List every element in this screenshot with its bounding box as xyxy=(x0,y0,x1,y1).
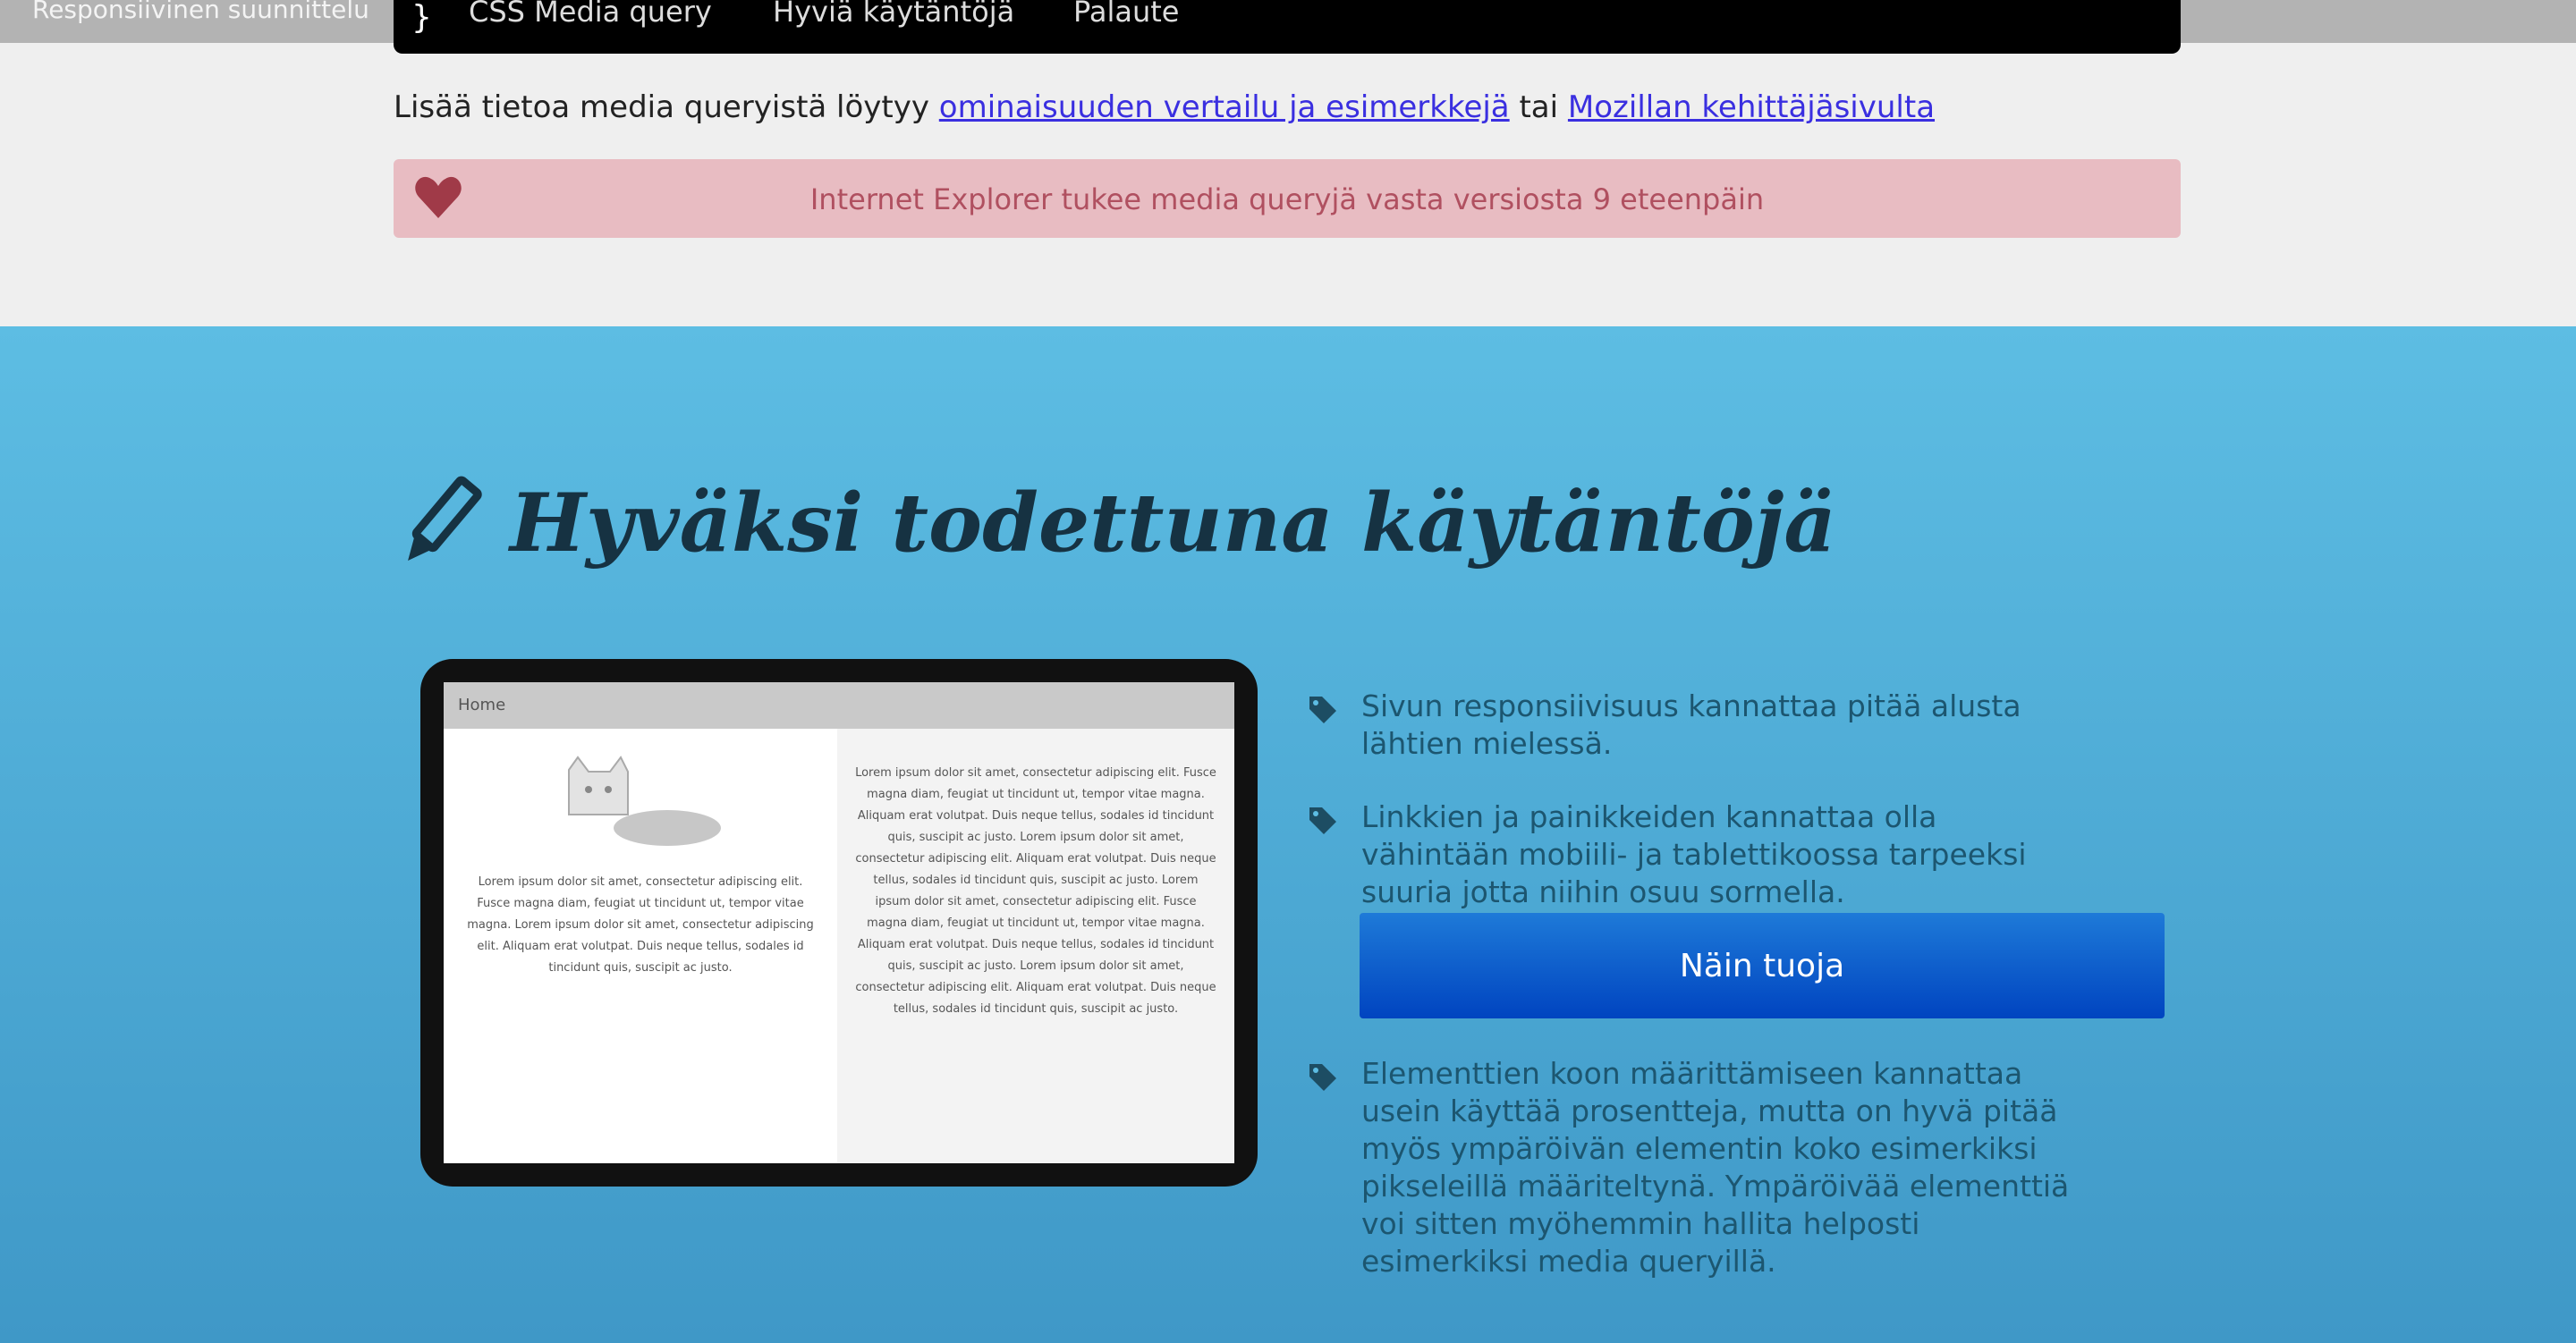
tip-item: Sivun responsiivisuus kannattaa pitää al… xyxy=(1306,688,2075,763)
cat-illustration xyxy=(568,756,721,846)
tablet-illustration: Home Lorem ipsum dolor sit amet, consect… xyxy=(420,659,1258,1187)
tip-item: Linkkien ja painikkeiden kannattaa olla … xyxy=(1306,798,2075,911)
tablet-screen-header: Home xyxy=(444,682,1234,729)
pencil-icon xyxy=(408,476,482,562)
tablet-right-column: Lorem ipsum dolor sit amet, consectetur … xyxy=(837,729,1234,1163)
tip-text: Sivun responsiivisuus kannattaa pitää al… xyxy=(1361,688,2021,761)
more-info-middle: tai xyxy=(1519,89,1559,125)
tablet-screen: Home Lorem ipsum dolor sit amet, consect… xyxy=(444,682,1234,1163)
tip-item: Elementtien koon määrittämiseen kannatta… xyxy=(1306,1055,2075,1280)
nav-item-good-practices[interactable]: Hyviä käytäntöjä xyxy=(773,0,1014,26)
lorem-text-left: Lorem ipsum dolor sit amet, consectetur … xyxy=(467,875,814,975)
tag-icon xyxy=(1309,697,1336,723)
nav-item-feedback[interactable]: Palaute xyxy=(1073,0,1179,26)
show-example-button[interactable]: Näin tuoja xyxy=(1360,913,2165,1018)
tip-text: Linkkien ja painikkeiden kannattaa olla … xyxy=(1361,799,2027,909)
tablet-left-column: Lorem ipsum dolor sit amet, consectetur … xyxy=(444,729,837,1163)
nav-brace: } xyxy=(411,0,432,36)
comparison-link[interactable]: ominaisuuden vertailu ja esimerkkejä xyxy=(939,89,1510,125)
main-nav: } CSS Media query Hyviä käytäntöjä Palau… xyxy=(394,0,2181,54)
ie-support-notice: Internet Explorer tukee media queryjä va… xyxy=(394,159,2181,238)
tip-text: Elementtien koon määrittämiseen kannatta… xyxy=(1361,1056,2070,1279)
tag-icon xyxy=(1309,807,1336,834)
mozilla-link[interactable]: Mozillan kehittäjäsivulta xyxy=(1568,89,1935,125)
good-practices-section: Hyväksi todettuna käytäntöjä Home Lorem … xyxy=(0,326,2576,1343)
more-info-prefix: Lisää tietoa media queryistä löytyy xyxy=(394,89,929,125)
nav-item-css-media-query[interactable]: CSS Media query xyxy=(469,0,712,26)
ie-notice-text: Internet Explorer tukee media queryjä va… xyxy=(809,182,1765,216)
section-title: Hyväksi todettuna käytäntöjä xyxy=(510,476,1836,570)
site-title[interactable]: Responsiivinen suunnittelu xyxy=(32,0,369,22)
lorem-text-right: Lorem ipsum dolor sit amet, consectetur … xyxy=(855,766,1216,1016)
more-info-text: Lisää tietoa media queryistä löytyy omin… xyxy=(394,89,1935,125)
tag-icon xyxy=(1309,1064,1336,1091)
